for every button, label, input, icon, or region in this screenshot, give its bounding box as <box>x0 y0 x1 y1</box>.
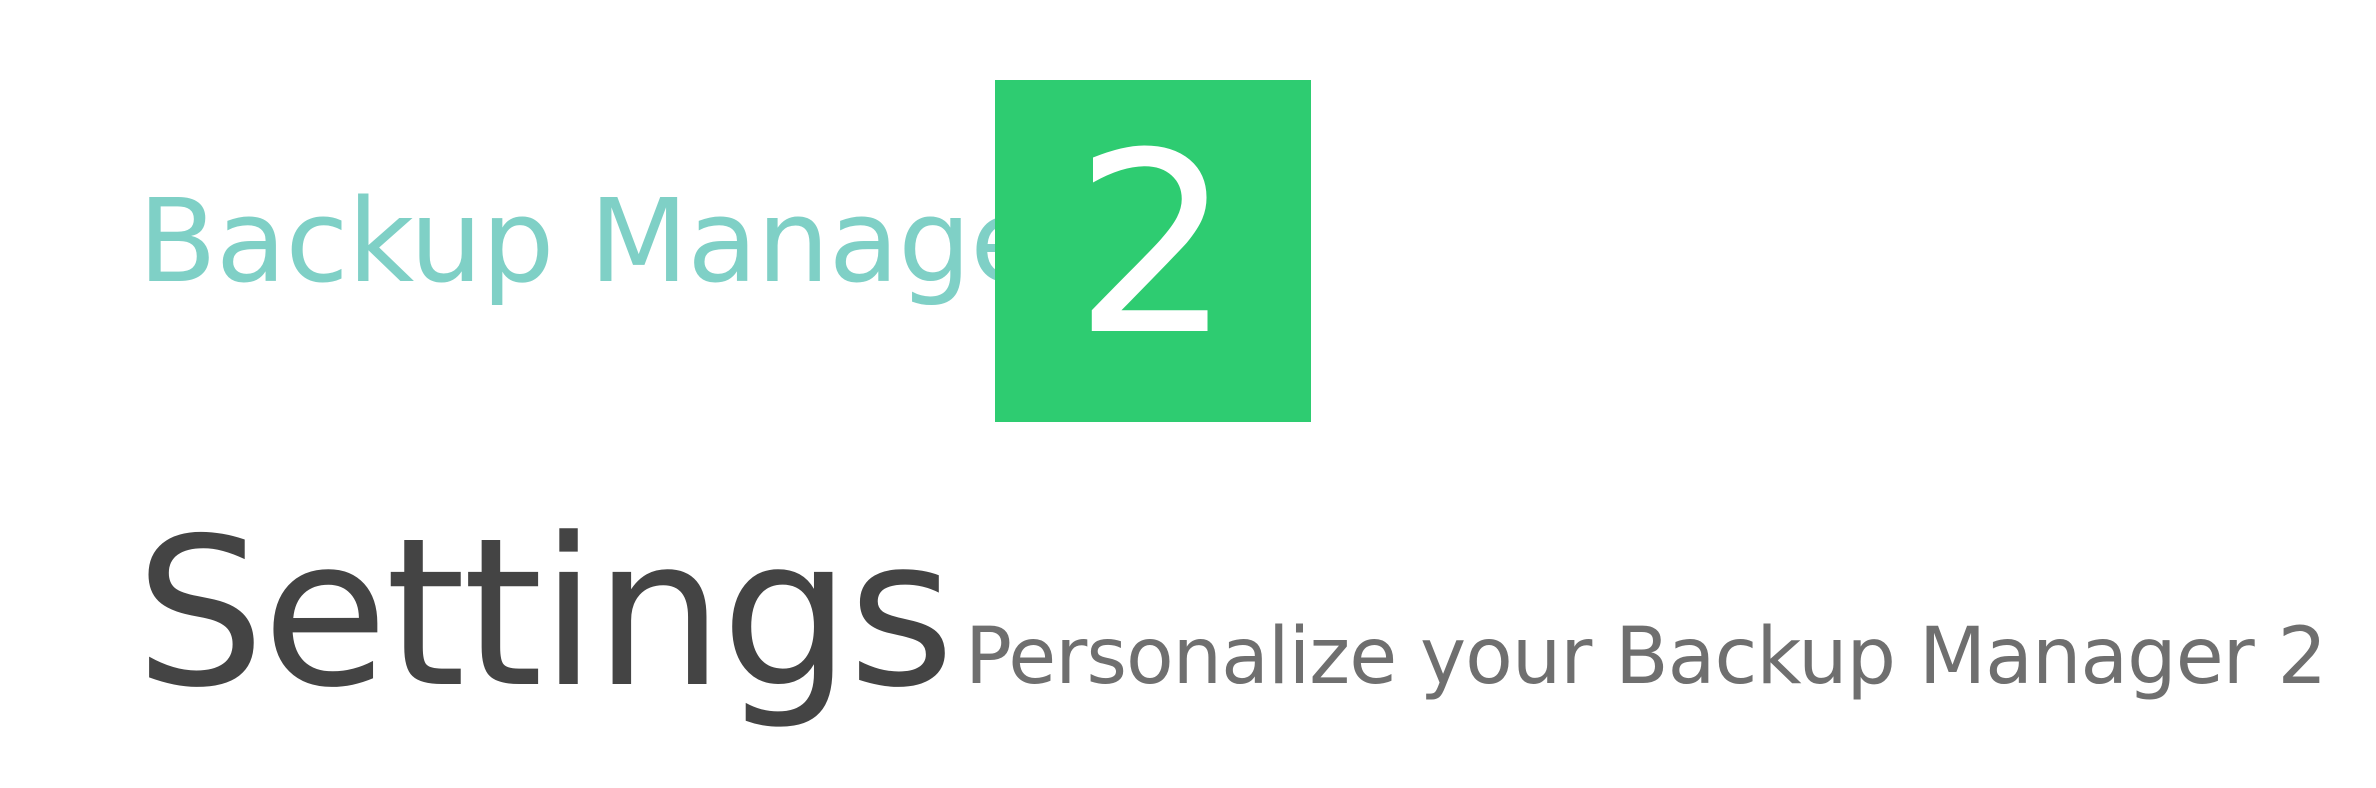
page-subtitle: Personalize your Backup Manager 2 <box>965 612 2327 702</box>
version-number: 2 <box>1073 99 1233 390</box>
app-name: Backup Manager <box>138 175 1087 309</box>
page-title: Settings <box>135 495 955 733</box>
version-badge: 2 <box>995 80 1311 422</box>
settings-header-banner: { "header": { "app_name": "Backup Manage… <box>0 0 2376 788</box>
